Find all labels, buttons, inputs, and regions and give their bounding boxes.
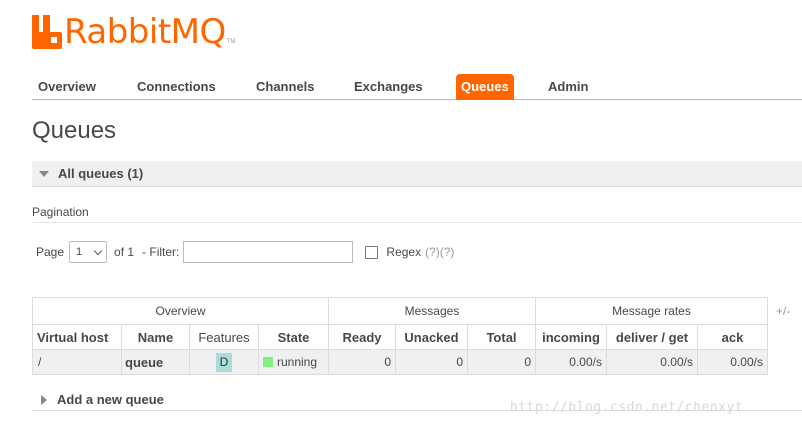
group-overview: Overview: [32, 297, 329, 325]
col-unacked[interactable]: Unacked: [395, 324, 468, 350]
col-features: Features: [189, 324, 259, 350]
triangle-right-icon: [41, 394, 47, 405]
cell-virtual-host: /: [32, 349, 122, 375]
page-select[interactable]: 1: [69, 241, 108, 263]
col-total[interactable]: Total: [467, 324, 536, 350]
col-name[interactable]: Name: [121, 324, 190, 350]
filter-label: - Filter:: [142, 245, 180, 259]
all-queues-label: All queues (1): [58, 166, 144, 181]
nav-admin[interactable]: Admin: [548, 75, 588, 100]
col-ack[interactable]: ack: [697, 324, 768, 350]
add-queue-label: Add a new queue: [57, 392, 164, 407]
rabbit-icon: [32, 15, 62, 49]
col-incoming[interactable]: incoming: [535, 324, 607, 350]
regex-checkbox[interactable]: [365, 245, 379, 259]
nav-queues[interactable]: Queues: [456, 74, 514, 100]
watermark: http://blog.csdn.net/chenxyt: [510, 400, 744, 415]
page-label: Page: [36, 245, 65, 259]
col-ready[interactable]: Ready: [328, 324, 396, 350]
brand-name: RabbitMQ: [64, 12, 226, 52]
column-toggle[interactable]: +/-: [776, 304, 790, 318]
table-row: / queue D running 0 0 0 0.00/s 0.00/s 0.…: [32, 349, 768, 375]
chevron-down-icon: [93, 246, 103, 255]
col-deliver-get[interactable]: deliver / get: [606, 324, 698, 350]
page-select-value: 1: [76, 246, 83, 258]
nav-channels[interactable]: Channels: [256, 75, 315, 100]
cell-features: D: [189, 349, 259, 375]
durable-badge: D: [216, 352, 232, 372]
all-queues-toggle[interactable]: All queues (1): [32, 161, 802, 187]
state-text: running: [277, 355, 318, 369]
cell-unacked: 0: [395, 349, 468, 375]
divider: [32, 222, 802, 223]
cell-ready: 0: [328, 349, 396, 375]
pagination-heading: Pagination: [32, 205, 89, 219]
main-nav: Overview Connections Channels Exchanges …: [32, 73, 802, 100]
running-status-icon: [263, 357, 273, 367]
nav-overview[interactable]: Overview: [38, 75, 96, 100]
help-links[interactable]: (?)(?): [425, 245, 454, 259]
cell-deliver-get: 0.00/s: [606, 349, 698, 375]
rabbitmq-logo: RabbitMQ TM: [32, 13, 235, 51]
col-virtual-host[interactable]: Virtual host: [32, 324, 122, 350]
cell-state: running: [258, 349, 329, 375]
queue-name-link[interactable]: queue: [121, 349, 190, 375]
col-state[interactable]: State: [258, 324, 329, 350]
pagination-controls: Page 1 of 1 - Filter: Regex (?)(?): [36, 240, 454, 264]
triangle-down-icon: [39, 170, 49, 177]
nav-connections[interactable]: Connections: [137, 75, 216, 100]
queues-table: Overview Messages Message rates Virtual …: [32, 297, 768, 375]
regex-label: Regex: [386, 245, 422, 259]
page-title: Queues: [32, 117, 117, 144]
page-count: of 1: [114, 245, 135, 259]
group-message-rates: Message rates: [535, 297, 768, 325]
cell-incoming: 0.00/s: [535, 349, 607, 375]
group-messages: Messages: [328, 297, 536, 325]
trademark: TM: [226, 39, 236, 45]
cell-ack: 0.00/s: [697, 349, 768, 375]
filter-input[interactable]: [183, 241, 354, 263]
nav-exchanges[interactable]: Exchanges: [354, 75, 423, 100]
cell-total: 0: [467, 349, 536, 375]
